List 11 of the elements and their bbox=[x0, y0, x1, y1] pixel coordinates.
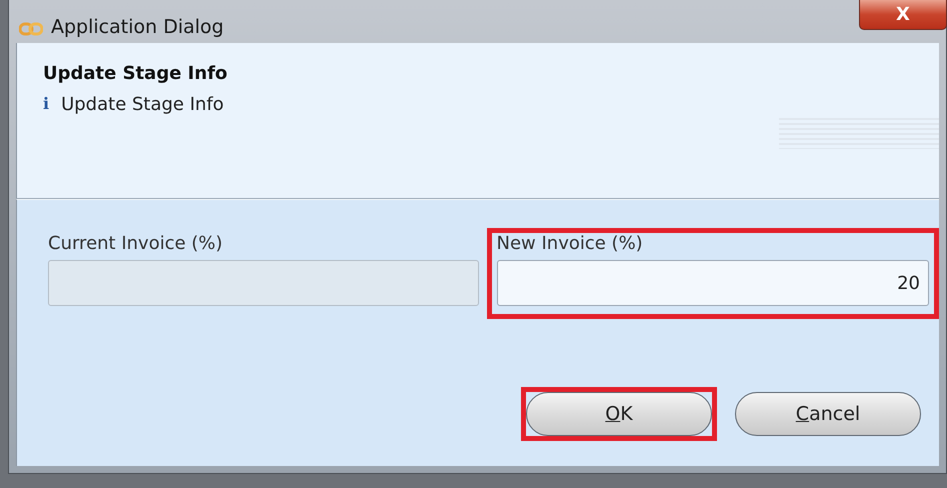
field-label: New Invoice (%) bbox=[496, 233, 644, 254]
window-title: Application Dialog bbox=[51, 16, 224, 38]
dialog-button[interactable]: OK bbox=[526, 392, 712, 436]
input-field[interactable]: 20 bbox=[496, 260, 929, 306]
info-message: Update Stage Info bbox=[61, 94, 224, 115]
field-label: Current Invoice (%) bbox=[48, 233, 224, 254]
dialog-button[interactable]: Cancel bbox=[735, 392, 921, 436]
info-icon: i bbox=[43, 94, 50, 113]
link-icon bbox=[19, 22, 43, 36]
close-button[interactable]: X bbox=[859, 0, 947, 30]
dialog-heading: Update Stage Info bbox=[43, 63, 228, 84]
